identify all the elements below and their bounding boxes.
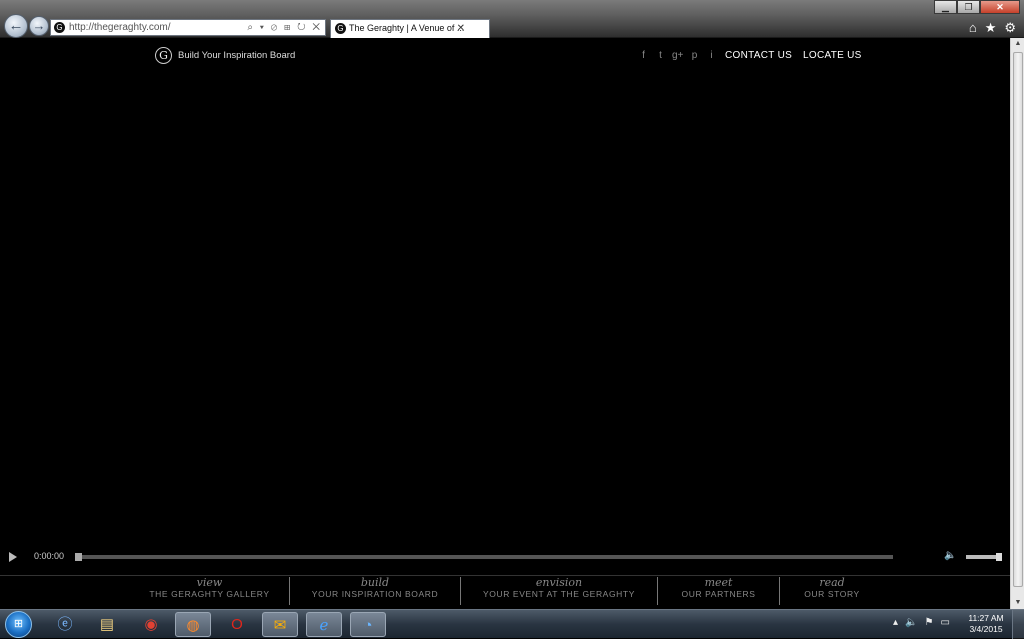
- opera-icon[interactable]: O: [219, 612, 255, 637]
- minimize-button[interactable]: ▁: [934, 0, 957, 14]
- outlook-icon[interactable]: ✉: [262, 612, 298, 637]
- close-window-button[interactable]: ✕: [980, 0, 1020, 14]
- volume-icon[interactable]: 🔈: [944, 550, 956, 561]
- tools-icon[interactable]: ⚙: [1004, 20, 1016, 36]
- back-button[interactable]: ←: [4, 14, 28, 38]
- clock[interactable]: 11:27 AM 3/4/2015: [964, 613, 1008, 635]
- locate-us-link[interactable]: LOCATE US: [803, 50, 862, 61]
- volume-handle[interactable]: [996, 553, 1002, 561]
- start-button[interactable]: ⊞: [5, 611, 32, 638]
- contact-us-link[interactable]: CONTACT US: [725, 50, 792, 61]
- explorer-icon[interactable]: ▤: [89, 612, 125, 637]
- clock-time: 11:27 AM: [968, 613, 1004, 623]
- video-progress-bar[interactable]: [75, 553, 893, 561]
- video-page: G Build Your Inspiration Board f t g+ p …: [0, 38, 1010, 609]
- action-center-icon[interactable]: ⚑: [924, 617, 933, 628]
- nav-meet-title: meet: [704, 576, 733, 589]
- maximize-button[interactable]: ❐: [957, 0, 980, 14]
- nav-envision-subtitle: YOUR EVENT AT THE GERAGHTY: [483, 589, 635, 599]
- nav-meet-subtitle: OUR PARTNERS: [681, 589, 756, 599]
- nav-view-subtitle: THE GERAGHTY GALLERY: [149, 589, 270, 599]
- home-icon[interactable]: ⌂: [969, 20, 977, 36]
- google-plus-icon[interactable]: g+: [672, 50, 683, 61]
- bottom-nav: view THE GERAGHTY GALLERY build YOUR INS…: [130, 577, 884, 607]
- inspiration-board-link[interactable]: Build Your Inspiration Board: [178, 50, 295, 61]
- address-bar[interactable]: G http://thegeraghty.com/ ⌕ ▾ ⊘ ⊞ ↻ ✕: [50, 19, 326, 36]
- ie-icon[interactable]: ℯ: [306, 612, 342, 637]
- network-icon[interactable]: ▭: [940, 617, 949, 628]
- tab-favicon-icon: G: [335, 23, 346, 34]
- favorites-icon[interactable]: ★: [985, 20, 997, 36]
- url-text[interactable]: http://thegeraghty.com/: [69, 20, 171, 35]
- nav-read-title: read: [819, 576, 845, 589]
- address-bar-icons[interactable]: ⌕ ▾ ⊘ ⊞ ↻ ✕: [247, 20, 322, 35]
- system-tray: ▴ 🔈 ⚑ ▭: [893, 617, 950, 628]
- show-hidden-icons-icon[interactable]: ▴: [893, 617, 898, 628]
- nav-read[interactable]: read OUR STORY: [780, 577, 884, 605]
- nav-build[interactable]: build YOUR INSPIRATION BOARD: [290, 577, 461, 605]
- site-logo[interactable]: G Build Your Inspiration Board: [155, 47, 295, 64]
- play-icon[interactable]: [9, 552, 17, 562]
- progress-handle[interactable]: [75, 553, 82, 561]
- nav-envision-title: envision: [535, 576, 583, 589]
- social-links: f t g+ p i: [638, 50, 717, 61]
- firefox-icon[interactable]: ◍: [175, 612, 211, 637]
- nav-build-title: build: [360, 576, 390, 589]
- twitter-icon[interactable]: t: [655, 50, 666, 61]
- show-desktop-button[interactable]: [1012, 610, 1024, 639]
- tab-geraghty[interactable]: G The Geraghty | A Venue of ... ✕: [330, 19, 490, 38]
- instagram-icon[interactable]: i: [706, 50, 717, 61]
- browser-toolbar-icons: ⌂ ★ ⚙: [969, 20, 1016, 36]
- taskbar: ⊞ ⓔ ▤ ◉ ◍ O ✉ ℯ ◔ ▴ 🔈 ⚑ ▭ 11:27 AM 3/4/2…: [0, 609, 1024, 639]
- window-controls: ▁ ❐ ✕: [934, 0, 1020, 14]
- video-time: 0:00:00: [34, 551, 65, 561]
- forward-button[interactable]: →: [29, 16, 49, 36]
- divider: [0, 575, 1010, 576]
- browser-chrome: ← → G http://thegeraghty.com/ ⌕ ▾ ⊘ ⊞ ↻ …: [0, 0, 1024, 38]
- tab-close-icon[interactable]: ✕: [457, 20, 465, 37]
- site-favicon-icon: G: [54, 22, 65, 33]
- nav-view-title: view: [196, 576, 223, 589]
- nav-envision[interactable]: envision YOUR EVENT AT THE GERAGHTY: [461, 577, 658, 605]
- volume-slider[interactable]: [966, 553, 1002, 561]
- clock-date: 3/4/2015: [969, 624, 1003, 634]
- nav-meet[interactable]: meet OUR PARTNERS: [658, 577, 780, 605]
- volume-tray-icon[interactable]: 🔈: [905, 617, 917, 628]
- scroll-down-icon[interactable]: ▼: [1011, 597, 1024, 609]
- chrome-icon[interactable]: ◉: [133, 612, 169, 637]
- tab-title: The Geraghty | A Venue of ...: [349, 23, 465, 33]
- geraghty-logo-icon: G: [155, 47, 172, 64]
- nav-read-subtitle: OUR STORY: [804, 589, 860, 599]
- pinterest-icon[interactable]: p: [689, 50, 700, 61]
- facebook-icon[interactable]: f: [638, 50, 649, 61]
- scroll-up-icon[interactable]: ▲: [1011, 38, 1024, 50]
- messenger-icon[interactable]: ◔: [350, 612, 386, 637]
- nav-view[interactable]: view THE GERAGHTY GALLERY: [130, 577, 290, 605]
- ie-icon[interactable]: ⓔ: [47, 612, 83, 637]
- nav-build-subtitle: YOUR INSPIRATION BOARD: [311, 589, 439, 599]
- vertical-scrollbar[interactable]: ▲ ▼: [1010, 38, 1024, 609]
- scroll-thumb[interactable]: [1013, 52, 1023, 587]
